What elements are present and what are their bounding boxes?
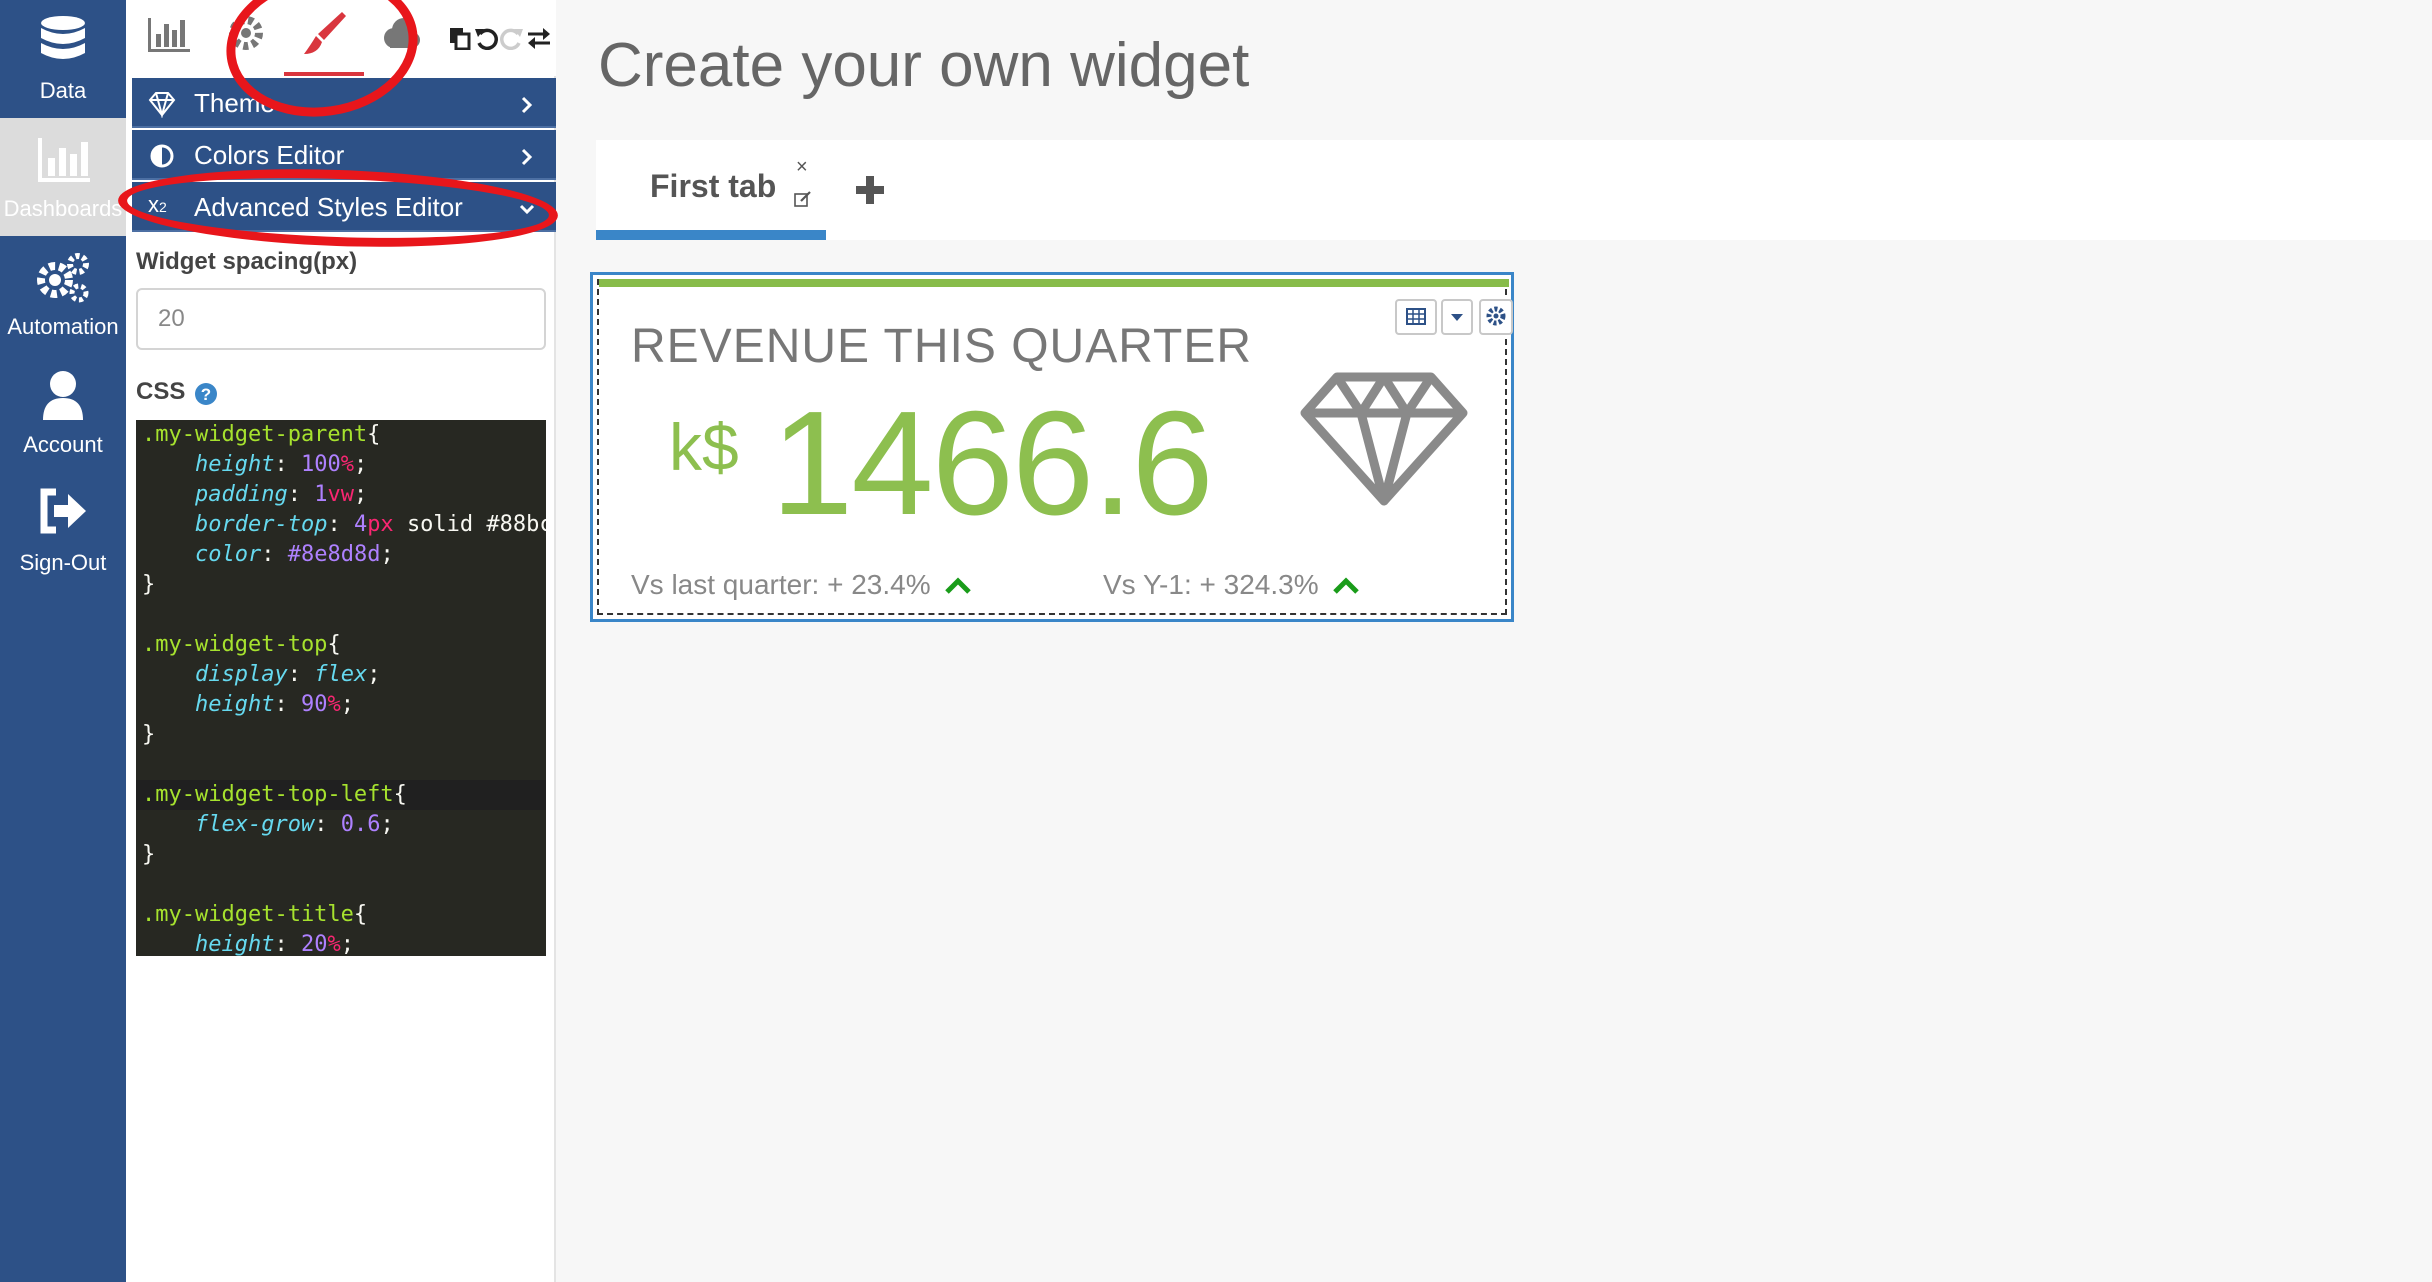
chevron-right-icon [518,144,536,166]
value-prefix: k$ [669,410,739,484]
arrow-up-icon [944,571,972,603]
chevron-right-icon [518,92,536,114]
diamond-icon [148,90,176,119]
copy-icon[interactable] [448,26,472,51]
nav-item-sign-out[interactable]: Sign-Out [0,472,126,590]
active-tab-indicator [284,72,364,76]
active-tab-bar [596,230,826,240]
contrast-icon [148,142,176,170]
nav-label: Data [39,78,87,103]
tab-first[interactable]: First tab × [596,140,826,240]
widget-spacing-input[interactable] [136,288,546,350]
menu-theme[interactable]: Theme [132,78,556,128]
vs-year: Vs Y-1: + 324.3% [1103,569,1360,603]
cloud-tab-icon[interactable] [378,10,424,62]
menu-advanced-styles-editor[interactable]: x2 Advanced Styles Editor [132,182,556,232]
code-line: .my-widget-top{ [142,632,341,657]
chevron-down-icon [518,196,536,218]
code-line: height: 90%; [194,692,354,717]
svg-text:?: ? [201,385,211,404]
nav-label: Account [23,432,103,457]
code-line: flex-grow: 0.6; [194,812,394,837]
page-title: Create your own widget [598,31,1250,100]
code-line: height: 20%; [194,932,354,956]
vs-last-quarter-text: Vs last quarter: + 23.4% [631,569,931,600]
table-view-button[interactable] [1395,299,1437,335]
nav-label: Sign-Out [19,550,107,575]
css-label: CSS [136,378,186,405]
panel-toolbar [126,0,556,76]
code-line: .my-widget-top-left{ [136,780,546,810]
vs-last-quarter: Vs last quarter: + 23.4% [631,569,972,603]
gears-icon [0,250,126,310]
redo-icon[interactable] [500,26,524,51]
widget-accent-bar [599,279,1509,287]
code-line: } [142,572,156,597]
menu-label: Colors Editor [194,140,345,170]
nav-item-automation[interactable]: Automation [0,236,126,354]
add-tab-icon[interactable] [852,172,888,208]
menu-label: Advanced Styles Editor [194,192,463,222]
code-line: } [142,842,156,867]
code-line: display: flex; [194,662,381,687]
user-icon [0,368,126,428]
close-icon[interactable]: × [796,156,808,179]
nav-item-account[interactable]: Account [0,354,126,472]
widget-dropdown-button[interactable] [1441,299,1473,335]
bar-chart-icon [0,132,126,192]
code-line: } [142,722,156,747]
vs-year-text: Vs Y-1: + 324.3% [1103,569,1319,600]
widget-spacing-label: Widget spacing(px) [136,248,358,275]
widget-settings-button[interactable] [1479,299,1513,335]
code-line: .my-widget-title{ [142,902,368,927]
css-code-editor[interactable]: .my-widget-parent{ height: 100%; padding… [136,420,546,956]
nav-item-data[interactable]: Data [0,0,126,118]
nav-item-dashboards[interactable]: Dashboards [0,118,126,236]
arrow-up-icon [1332,571,1360,603]
nav-label: Automation [7,314,119,339]
dashboard-tab-bar: First tab × [596,140,2432,240]
chart-tab-icon[interactable] [146,10,192,62]
menu-colors-editor[interactable]: Colors Editor [132,130,556,180]
help-icon[interactable]: ? [194,382,218,406]
diamond-icon [1299,369,1469,509]
code-line: .my-widget-parent{ [142,422,381,447]
brush-tab-icon[interactable] [302,10,348,62]
code-line: padding: 1vw; [194,482,368,507]
undo-icon[interactable] [474,26,498,51]
code-line: border-top: 4px solid #88bc [194,512,546,537]
revenue-widget[interactable]: REVENUE THIS QUARTER k$ 1466.6 Vs last q… [590,272,1514,622]
sign-out-icon [0,486,126,546]
swap-icon[interactable] [526,26,550,50]
left-nav: Data Dashboards Automation Account Sign-… [0,0,126,1282]
database-icon [0,14,126,74]
edit-icon[interactable] [794,190,812,208]
subscript-icon: x2 [148,192,167,217]
settings-tab-icon[interactable] [224,10,268,62]
code-line: height: 100%; [194,452,368,477]
editor-panel: Theme Colors Editor x2 Advanced Styles E… [126,0,556,1282]
table-icon [1406,308,1426,325]
subscript-x: x [148,192,159,217]
code-line: color: #8e8d8d; [194,542,394,567]
nav-label: Dashboards [3,196,123,221]
widget-title: REVENUE THIS QUARTER [631,320,1253,373]
gear-icon [1486,306,1506,326]
revenue-value: 1466.6 [771,381,1214,546]
menu-label: Theme [194,88,275,118]
widget-body: REVENUE THIS QUARTER k$ 1466.6 Vs last q… [597,279,1513,615]
tab-label: First tab [650,168,777,204]
caret-down-icon [1451,314,1463,321]
